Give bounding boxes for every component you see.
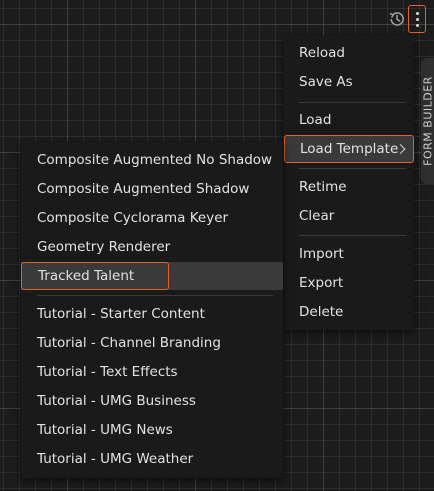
template-item-label: Geometry Renderer [37,239,171,255]
history-icon[interactable] [387,9,407,29]
template-item-tutorial-channel-branding[interactable]: Tutorial - Channel Branding [21,329,283,357]
menu-item-label: Reload [299,45,345,61]
menu-item-label: Import [299,246,344,262]
menu-item-reload[interactable]: Reload [284,39,414,67]
menu-item-label: Delete [299,304,344,320]
menu-item-save-as[interactable]: Save As [284,68,414,96]
menu-item-retime[interactable]: Retime [284,173,414,201]
template-item-label: Tutorial - UMG News [37,422,173,438]
menu-item-export[interactable]: Export [284,269,414,297]
menu-divider [299,235,406,236]
kebab-menu-icon [415,11,419,15]
template-item-composite-augmented-no-shadow[interactable]: Composite Augmented No Shadow [21,146,283,174]
form-builder-tab[interactable]: FORM BUILDER [421,58,434,184]
template-item-label: Tutorial - Channel Branding [37,335,221,351]
menu-item-load[interactable]: Load [284,106,414,134]
form-builder-tab-label: FORM BUILDER [421,76,434,166]
template-item-label: Composite Augmented Shadow [37,181,250,197]
template-item-geometry-renderer[interactable]: Geometry Renderer [21,233,283,261]
menu-item-label: Export [299,275,344,291]
template-item-composite-augmented-shadow[interactable]: Composite Augmented Shadow [21,175,283,203]
template-item-label: Tutorial - UMG Business [37,393,196,409]
template-item-tutorial-umg-news[interactable]: Tutorial - UMG News [21,416,283,444]
menu-item-clear[interactable]: Clear [284,202,414,230]
template-item-label: Tutorial - UMG Weather [37,451,194,467]
template-item-tutorial-umg-business[interactable]: Tutorial - UMG Business [21,387,283,415]
menu-item-label: Load [299,112,332,128]
menu-item-delete[interactable]: Delete [284,298,414,326]
context-menu: Reload Save As Load Load Template Retime… [284,36,414,330]
menu-item-import[interactable]: Import [284,240,414,268]
menu-item-label: Retime [299,179,347,195]
menu-divider [299,102,406,103]
template-item-tutorial-umg-weather[interactable]: Tutorial - UMG Weather [21,445,283,473]
menu-item-load-template[interactable]: Load Template [284,135,414,163]
template-item-label: Composite Cyclorama Keyer [37,210,229,226]
template-submenu: Composite Augmented No Shadow Composite … [21,142,283,478]
template-item-composite-cyclorama-keyer[interactable]: Composite Cyclorama Keyer [21,204,283,232]
menu-item-label: Save As [299,74,353,90]
template-item-label: Tutorial - Starter Content [37,306,205,322]
menu-divider [299,168,406,169]
template-item-tutorial-starter-content[interactable]: Tutorial - Starter Content [21,300,283,328]
menu-divider [37,295,273,296]
template-item-label: Tutorial - Text Effects [37,364,178,380]
template-item-tracked-talent[interactable]: Tracked Talent [21,262,169,290]
menu-item-label: Load Template [300,141,399,157]
template-item-tutorial-text-effects[interactable]: Tutorial - Text Effects [21,358,283,386]
menu-item-label: Clear [299,208,335,224]
template-item-label: Composite Augmented No Shadow [37,152,273,168]
template-item-label: Tracked Talent [38,268,135,284]
more-options-button[interactable] [408,5,426,33]
